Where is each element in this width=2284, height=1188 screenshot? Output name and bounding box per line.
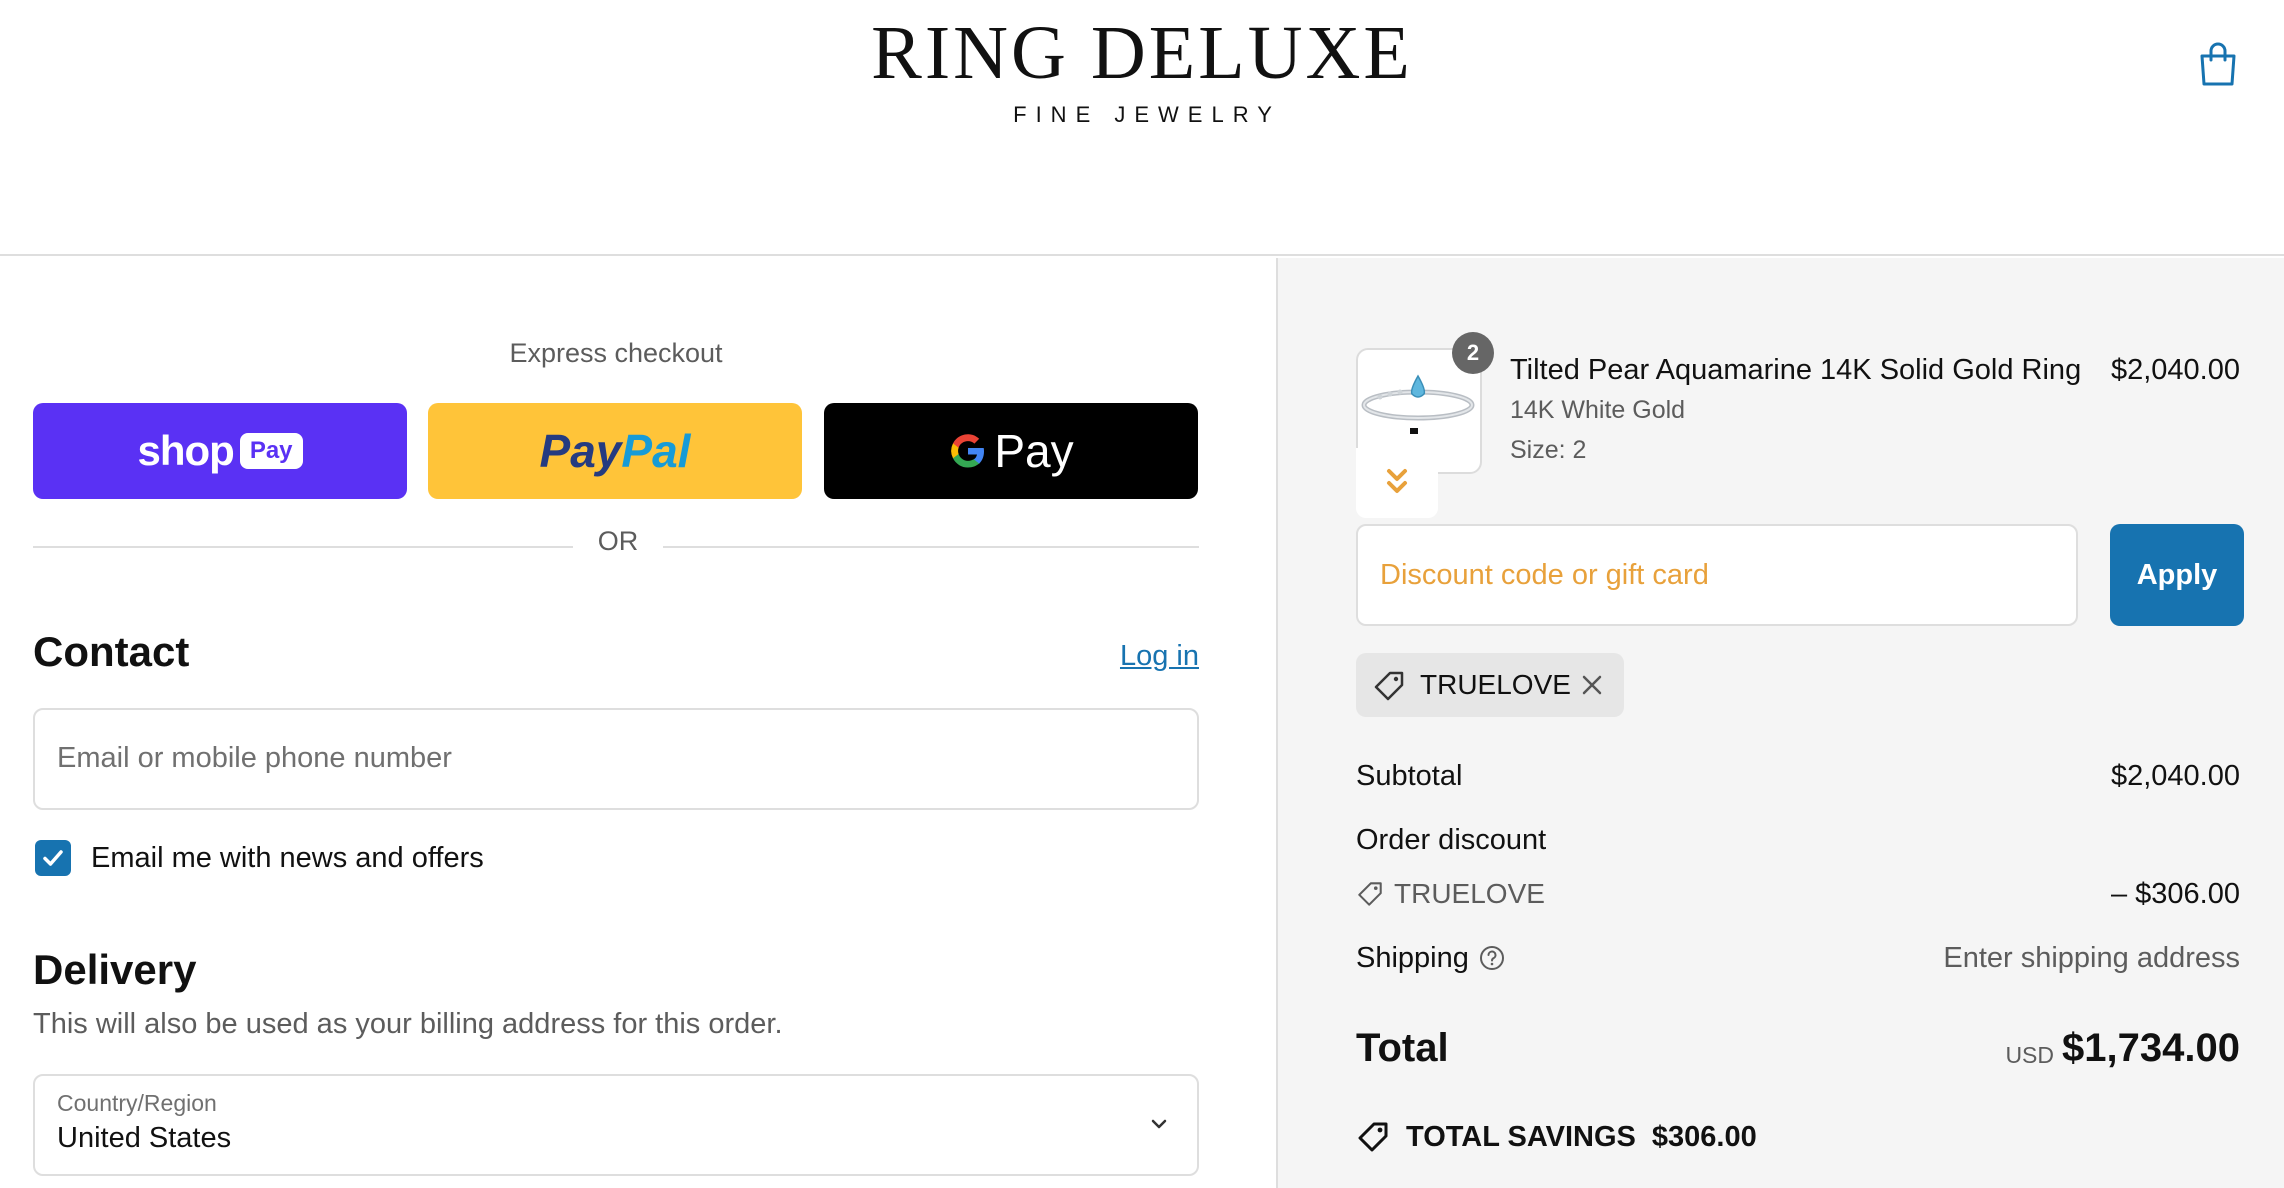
applied-discount-chip: TRUELOVE — [1356, 653, 1624, 717]
or-text: OR — [597, 526, 639, 556]
express-checkout-title: Express checkout — [509, 338, 723, 368]
savings-label: TOTAL SAVINGS — [1406, 1120, 1636, 1153]
shop-pay-button[interactable]: shop Pay — [33, 403, 407, 499]
discount-code-row: TRUELOVE — [1356, 878, 1545, 910]
total-label: Total — [1356, 1026, 1449, 1070]
total-value: $1,734.00 — [2062, 1026, 2240, 1070]
country-select[interactable]: Country/Region United States — [33, 1074, 1199, 1176]
apply-discount-button[interactable]: Apply — [2110, 524, 2244, 626]
tag-icon — [1358, 882, 1382, 906]
discount-code-input[interactable]: Discount code or gift card — [1356, 524, 2078, 626]
brand-tagline: FINE JEWELRY — [1013, 101, 1281, 127]
question-circle-icon[interactable] — [1478, 944, 1506, 972]
shipping-value: Enter shipping address — [1943, 942, 2240, 974]
google-pay-button[interactable]: Pay — [824, 403, 1198, 499]
order-discount-label: Order discount — [1356, 824, 1547, 856]
shipping-label: Shipping — [1356, 942, 1469, 974]
shop-pay-pill: Pay — [239, 433, 303, 469]
checkout-form: Express checkout shop Pay PayPal Pay OR … — [0, 258, 1276, 1188]
subtotal-label: Subtotal — [1356, 760, 1463, 792]
divider-line — [33, 546, 573, 548]
shopping-bag-icon[interactable] — [2196, 40, 2240, 88]
login-link[interactable]: Log in — [1120, 640, 1199, 673]
discount-value: – $306.00 — [2110, 878, 2240, 910]
subtotal-value: $2,040.00 — [2110, 760, 2240, 792]
discount-placeholder: Discount code or gift card — [1380, 559, 1709, 591]
site-header: RING DELUXE FINE JEWELRY — [0, 0, 2284, 256]
tag-icon — [1358, 1122, 1388, 1152]
or-divider: OR — [33, 526, 1199, 566]
paypal-logo: PayPal — [539, 425, 691, 477]
google-pay-word: Pay — [994, 425, 1074, 477]
google-g-icon — [951, 434, 985, 468]
order-summary: 2 Tilted Pear Aquamarine 14K Solid Gold … — [1276, 258, 2284, 1188]
newsletter-label[interactable]: Email me with news and offers — [91, 842, 484, 875]
applied-code-label: TRUELOVE — [1420, 669, 1571, 700]
newsletter-checkbox[interactable] — [35, 840, 71, 876]
product-size: Size: 2 — [1510, 436, 1587, 464]
brand-logo[interactable]: RING DELUXE FINE JEWELRY — [0, 11, 2284, 128]
quantity-badge: 2 — [1452, 332, 1494, 374]
product-variant: 14K White Gold — [1510, 396, 1686, 424]
email-field[interactable]: Email or mobile phone number — [33, 708, 1199, 810]
email-placeholder: Email or mobile phone number — [57, 742, 452, 774]
double-chevron-down-icon — [1387, 469, 1407, 493]
country-label: Country/Region — [57, 1090, 217, 1116]
paypal-button[interactable]: PayPal — [428, 403, 802, 499]
product-name: Tilted Pear Aquamarine 14K Solid Gold Ri… — [1510, 354, 2082, 386]
delivery-subtitle: This will also be used as your billing a… — [33, 1008, 783, 1040]
expand-tab[interactable] — [1356, 448, 1438, 518]
brand-name: RING DELUXE — [871, 11, 1413, 95]
close-icon[interactable] — [1578, 671, 1606, 699]
country-value: United States — [57, 1122, 232, 1154]
contact-title: Contact — [33, 628, 190, 675]
total-savings: TOTAL SAVINGS $306.00 — [1356, 1120, 1757, 1154]
shop-pay-word: shop — [137, 427, 234, 474]
delivery-title: Delivery — [33, 946, 197, 993]
discount-code-label: TRUELOVE — [1394, 878, 1545, 909]
tag-icon — [1374, 671, 1404, 701]
chevron-down-icon — [1151, 1119, 1167, 1129]
divider-line — [663, 546, 1199, 548]
total-currency: USD — [2005, 1042, 2054, 1068]
savings-value: $306.00 — [1651, 1120, 1757, 1153]
checkmark-icon — [43, 850, 63, 866]
product-price: $2,040.00 — [2110, 354, 2240, 386]
